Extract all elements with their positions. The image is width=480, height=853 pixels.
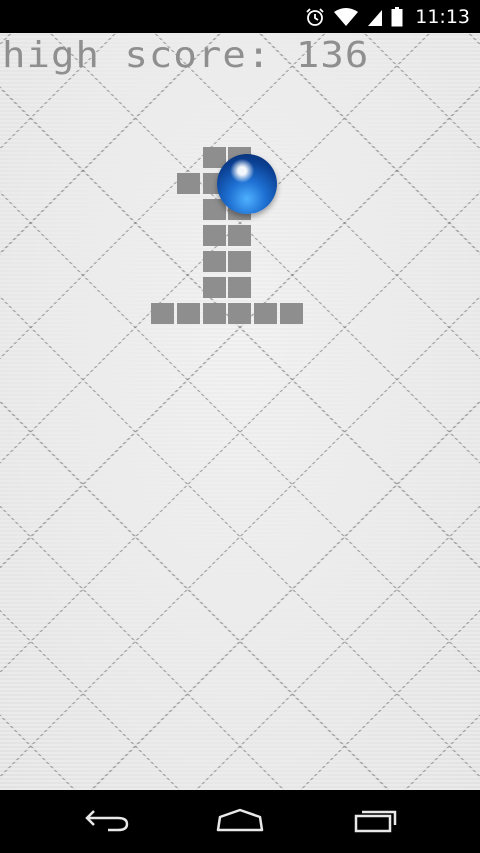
home-icon — [215, 807, 265, 837]
digit-block — [228, 251, 251, 272]
battery-icon — [391, 6, 403, 27]
status-time: 11:13 — [415, 5, 470, 28]
wifi-icon — [333, 7, 359, 27]
navigation-bar — [0, 790, 480, 853]
home-button[interactable] — [210, 804, 270, 840]
level-number-digit — [0, 33, 480, 790]
digit-block — [228, 277, 251, 298]
recent-apps-button[interactable] — [345, 804, 405, 840]
alarm-icon — [305, 7, 325, 27]
digit-block — [254, 303, 277, 324]
signal-icon — [367, 7, 383, 27]
digit-block — [228, 303, 251, 324]
digit-block — [203, 303, 226, 324]
game-board[interactable]: high score: 136 — [0, 33, 480, 790]
digit-block — [203, 277, 226, 298]
digit-block — [228, 225, 251, 246]
status-bar: 11:13 — [0, 0, 480, 33]
digit-block — [151, 303, 174, 324]
digit-block — [177, 303, 200, 324]
digit-block — [177, 173, 200, 194]
back-button[interactable] — [77, 804, 137, 840]
back-icon — [84, 807, 130, 837]
recent-apps-icon — [351, 807, 399, 837]
status-icons: 11:13 — [305, 0, 470, 33]
blue-ball[interactable] — [217, 154, 277, 214]
digit-block — [203, 225, 226, 246]
phone-screen: 11:13 high score: 136 — [0, 0, 480, 853]
digit-block — [203, 251, 226, 272]
digit-block — [280, 303, 303, 324]
